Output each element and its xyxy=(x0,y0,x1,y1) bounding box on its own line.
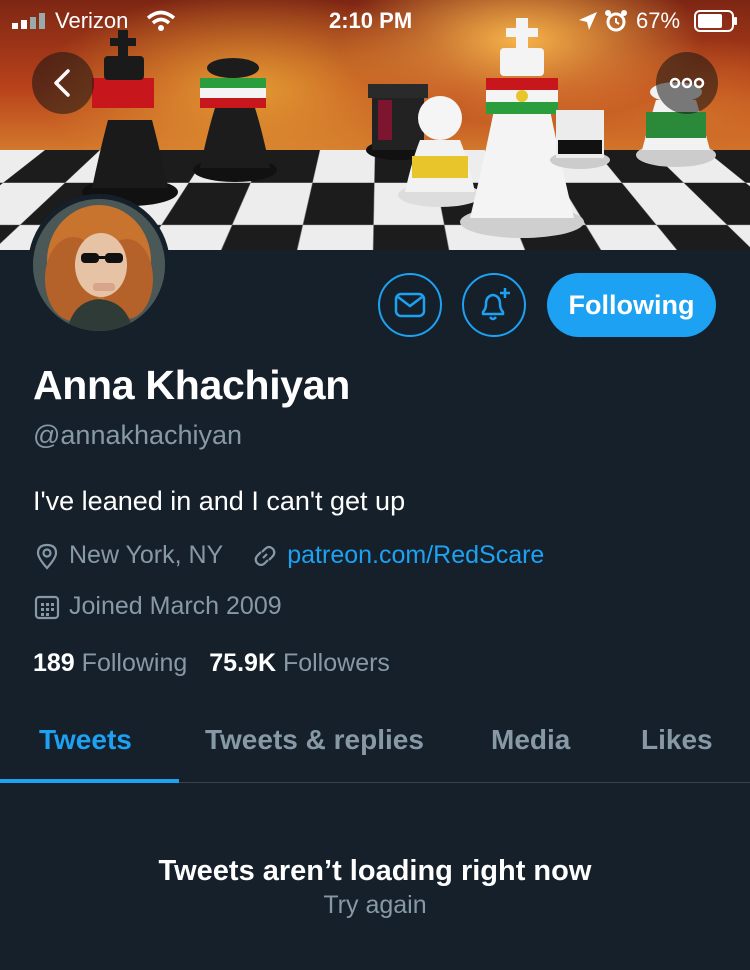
notifications-button[interactable] xyxy=(462,273,526,337)
tab-likes[interactable]: Likes xyxy=(641,724,713,756)
try-again-button[interactable]: Try again xyxy=(0,891,750,920)
back-arrow-icon xyxy=(54,69,70,97)
bell-plus-icon xyxy=(481,288,510,321)
profile-tabs: Tweets Tweets & replies Media Likes xyxy=(0,700,750,783)
avatar-photo xyxy=(33,199,165,331)
back-button[interactable] xyxy=(32,52,94,114)
black-king-piece xyxy=(82,30,178,206)
followers-count-link[interactable]: 75.9K Followers xyxy=(209,649,390,678)
followers-count: 75.9K xyxy=(209,649,276,677)
link-icon xyxy=(254,545,276,566)
status-bar: Verizon 2:10 PM 67% xyxy=(0,0,750,40)
following-label: Following xyxy=(81,649,188,677)
timeline-error-message: Tweets aren’t loading right now xyxy=(158,855,592,887)
time-label: 2:10 PM xyxy=(329,8,413,33)
battery-percent: 67% xyxy=(636,8,681,33)
signal-icon xyxy=(12,13,45,29)
location-pin-icon xyxy=(36,543,58,570)
more-icon xyxy=(669,77,705,89)
profile-joined-row: Joined March 2009 xyxy=(33,592,282,621)
following-count-link[interactable]: 189 Following xyxy=(33,649,187,678)
following-button[interactable]: Following xyxy=(547,273,716,337)
more-options-button[interactable] xyxy=(656,52,718,114)
calendar-icon xyxy=(34,595,60,619)
profile-meta-row: New York, NY patreon.com/RedScare xyxy=(33,541,544,570)
tab-media[interactable]: Media xyxy=(491,724,570,756)
active-tab-indicator xyxy=(0,779,179,783)
following-count: 189 xyxy=(33,649,75,677)
profile-name: Anna Khachiyan xyxy=(33,362,351,408)
location-arrow-icon xyxy=(579,12,597,30)
followers-label: Followers xyxy=(282,649,390,677)
profile-handle: @annakhachiyan xyxy=(33,420,243,450)
tab-tweets-replies[interactable]: Tweets & replies xyxy=(205,724,424,756)
mail-icon xyxy=(394,292,426,318)
profile-website-link[interactable]: patreon.com/RedScare xyxy=(287,541,544,570)
black-queen-piece xyxy=(193,58,277,182)
follow-counts: 189 Following 75.9K Followers xyxy=(33,649,390,678)
profile-joined-date: Joined March 2009 xyxy=(69,592,282,620)
white-rook-piece xyxy=(550,110,610,169)
alarm-icon xyxy=(605,10,627,32)
wifi-icon xyxy=(146,10,176,31)
message-button[interactable] xyxy=(378,273,442,337)
profile-bio: I've leaned in and I can't get up xyxy=(33,486,406,516)
battery-icon xyxy=(694,10,737,32)
profile-avatar[interactable] xyxy=(28,194,170,336)
profile-location: New York, NY xyxy=(69,541,224,569)
tab-tweets[interactable]: Tweets xyxy=(39,724,132,756)
carrier-label: Verizon xyxy=(55,8,129,33)
